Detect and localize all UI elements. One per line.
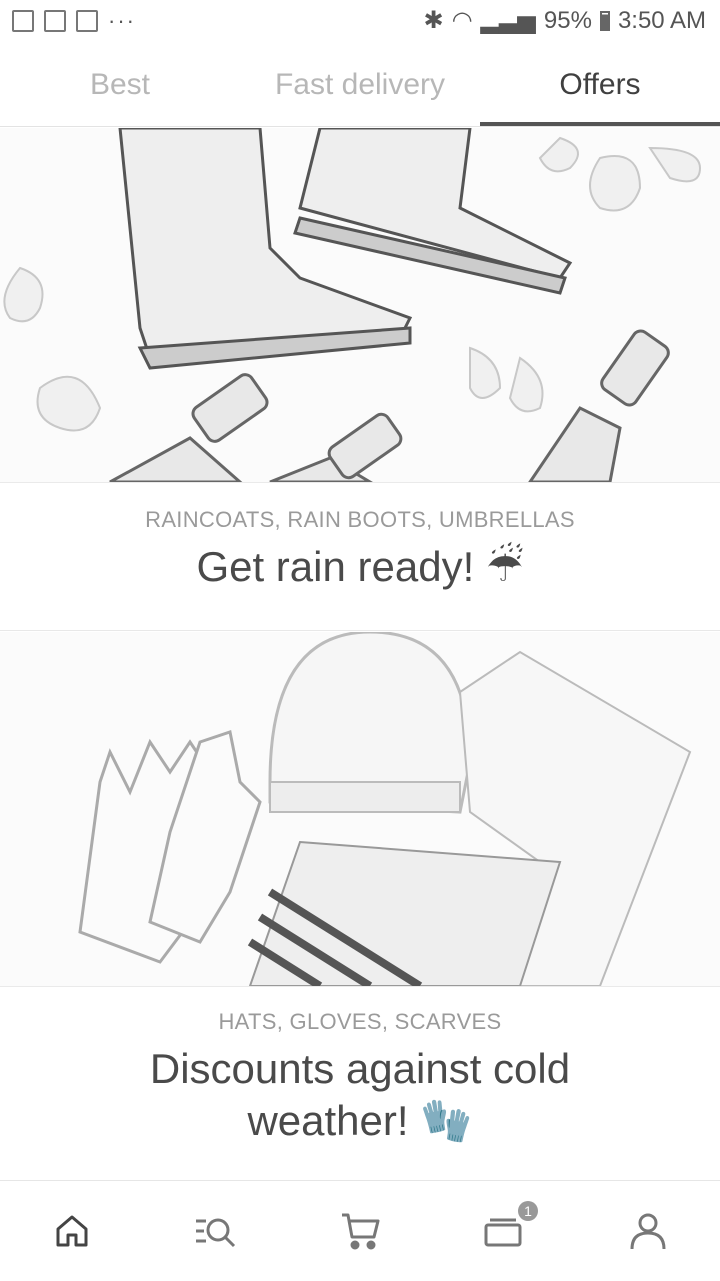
rain-gear-illustration bbox=[3, 128, 702, 482]
offer-subtitle: HATS, GLOVES, SCARVES bbox=[218, 1009, 502, 1034]
search-list-icon bbox=[196, 1218, 236, 1248]
rain-boots-umbrellas-image[interactable] bbox=[0, 128, 720, 483]
nav-orders[interactable]: 1 bbox=[432, 1181, 576, 1281]
signal-icon: ▂▃▅ bbox=[480, 7, 536, 34]
battery-icon bbox=[599, 10, 610, 31]
play-store-icon bbox=[76, 10, 98, 32]
wifi-icon: ◠ bbox=[451, 7, 473, 34]
nav-profile[interactable] bbox=[576, 1181, 720, 1281]
bluetooth-icon: ✱ bbox=[423, 7, 444, 34]
orders-badge: 1 bbox=[518, 1201, 538, 1221]
bottom-navigation: 1 bbox=[0, 1180, 720, 1281]
winter-gear-illustration bbox=[78, 632, 692, 986]
clock: 3:50 AM bbox=[617, 6, 706, 34]
tab-offers[interactable]: Offers bbox=[480, 44, 720, 126]
category-tabs: Best Fast delivery Offers bbox=[0, 44, 720, 127]
home-icon bbox=[56, 1215, 88, 1247]
tab-fast-delivery[interactable]: Fast delivery bbox=[240, 44, 480, 126]
status-bar: ··· ✱ ◠ ▂▃▅ 95% 3:50 AM bbox=[0, 0, 720, 44]
offer-title-line-2: weather! 🧤 bbox=[247, 1097, 473, 1144]
nav-cart[interactable] bbox=[288, 1181, 432, 1281]
offer-subtitle: RAINCOATS, RAIN BOOTS, UMBRELLAS bbox=[145, 507, 575, 532]
profile-icon bbox=[630, 1213, 666, 1250]
cart-icon bbox=[342, 1213, 380, 1250]
more-notifications-icon: ··· bbox=[108, 8, 136, 33]
tab-best[interactable]: Best bbox=[0, 44, 240, 126]
nav-search[interactable] bbox=[144, 1181, 288, 1281]
offer-title: Get rain ready! ☔ bbox=[196, 543, 524, 590]
offer-card-cold[interactable]: HATS, GLOVES, SCARVES Discounts against … bbox=[0, 632, 720, 1147]
offer-title-line-1: Discounts against cold bbox=[149, 1045, 571, 1092]
battery-percentage: 95% bbox=[543, 6, 592, 34]
nav-home[interactable] bbox=[0, 1181, 144, 1281]
offer-card-rain[interactable]: RAINCOATS, RAIN BOOTS, UMBRELLAS Get rai… bbox=[0, 128, 720, 631]
gallery-icon bbox=[12, 10, 34, 32]
hat-gloves-scarf-image[interactable] bbox=[0, 632, 720, 987]
gmail-icon bbox=[44, 10, 66, 32]
